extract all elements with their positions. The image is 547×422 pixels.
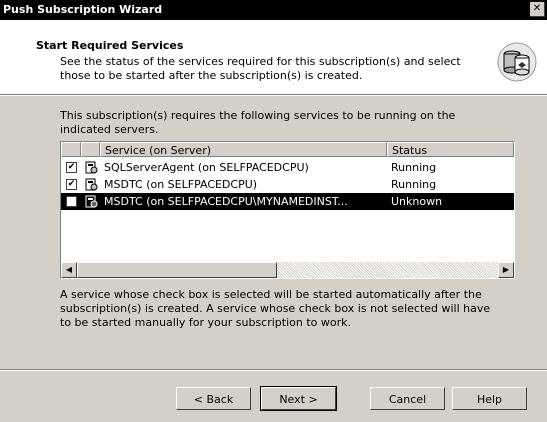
next-button[interactable]: Next > [260,386,337,411]
table-row[interactable]: ✔ MSDTC (on SELFPACEDCPU) Running [61,176,514,193]
service-server-icon [85,195,98,208]
service-checkbox[interactable] [66,196,77,207]
wizard-header: Start Required Services See the status o… [0,20,547,95]
service-name: MSDTC (on SELFPACEDCPU\MYNAMEDINST... [104,195,348,208]
scroll-thumb[interactable] [77,262,277,278]
column-status[interactable]: Status [387,142,514,157]
service-status: Running [391,161,437,174]
service-server-icon [85,178,98,191]
page-description: See the status of the services required … [60,55,461,82]
service-server-icon [85,161,98,174]
cancel-button[interactable]: Cancel [370,387,445,410]
service-checkbox[interactable]: ✔ [66,179,77,190]
footer-divider [0,369,547,371]
horizontal-scrollbar[interactable]: ◀ ▶ [61,262,514,278]
header-divider [0,95,547,96]
service-name: SQLServerAgent (on SELFPACEDCPU) [104,161,309,174]
services-list[interactable]: Service (on Server) Status ✔ SQLServerAg… [60,141,515,279]
service-status: Running [391,178,437,191]
service-checkbox[interactable]: ✔ [66,162,77,173]
title-bar[interactable]: Push Subscription Wizard ✕ [0,0,547,20]
window-title: Push Subscription Wizard [3,3,163,16]
help-button[interactable]: Help [452,387,527,410]
push-subscription-wizard-window: Push Subscription Wizard ✕ Start Require… [0,0,547,422]
service-status: Unknown [391,195,443,208]
column-icon[interactable] [81,142,100,157]
column-check[interactable] [61,142,81,157]
service-name: MSDTC (on SELFPACEDCPU) [104,178,258,191]
close-icon[interactable]: ✕ [530,2,545,17]
list-header: Service (on Server) Status [61,142,514,158]
scroll-left-icon[interactable]: ◀ [61,262,77,278]
table-row-selected[interactable]: MSDTC (on SELFPACEDCPU\MYNAMEDINST... Un… [61,193,514,210]
page-title: Start Required Services [36,39,184,52]
back-button[interactable]: < Back [176,387,251,410]
column-service[interactable]: Service (on Server) [100,142,387,157]
scroll-right-icon[interactable]: ▶ [498,262,514,278]
server-database-icon [497,42,537,82]
intro-text: This subscription(s) requires the follow… [60,109,456,136]
table-row[interactable]: ✔ SQLServerAgent (on SELFPACEDCPU) Runni… [61,159,514,176]
explanation-text: A service whose check box is selected wi… [60,288,491,329]
